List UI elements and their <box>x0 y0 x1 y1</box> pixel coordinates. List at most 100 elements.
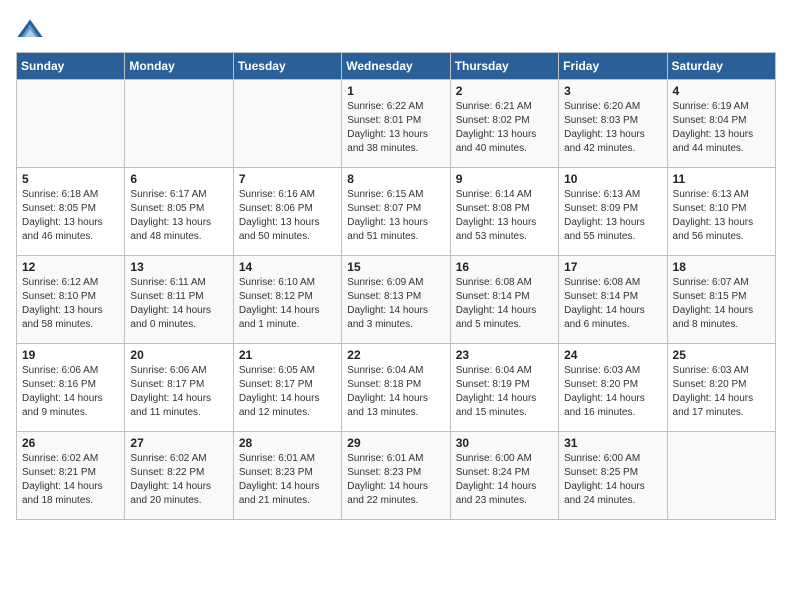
day-info: Sunrise: 6:18 AM Sunset: 8:05 PM Dayligh… <box>22 188 119 244</box>
calendar-cell <box>17 80 125 168</box>
day-number: 13 <box>130 260 227 274</box>
day-info: Sunrise: 6:08 AM Sunset: 8:14 PM Dayligh… <box>456 276 553 332</box>
calendar-cell: 16 Sunrise: 6:08 AM Sunset: 8:14 PM Dayli… <box>450 256 558 344</box>
calendar-cell: 21 Sunrise: 6:05 AM Sunset: 8:17 PM Dayli… <box>233 344 341 432</box>
day-number: 31 <box>564 436 661 450</box>
day-header-thursday: Thursday <box>450 53 558 80</box>
day-number: 24 <box>564 348 661 362</box>
calendar-week-2: 5 Sunrise: 6:18 AM Sunset: 8:05 PM Daylig… <box>17 168 776 256</box>
calendar-cell: 24 Sunrise: 6:03 AM Sunset: 8:20 PM Dayli… <box>559 344 667 432</box>
day-number: 15 <box>347 260 444 274</box>
day-info: Sunrise: 6:16 AM Sunset: 8:06 PM Dayligh… <box>239 188 336 244</box>
logo-icon <box>16 16 44 44</box>
calendar-cell: 4 Sunrise: 6:19 AM Sunset: 8:04 PM Daylig… <box>667 80 775 168</box>
day-info: Sunrise: 6:21 AM Sunset: 8:02 PM Dayligh… <box>456 100 553 156</box>
day-number: 27 <box>130 436 227 450</box>
calendar-cell: 12 Sunrise: 6:12 AM Sunset: 8:10 PM Dayli… <box>17 256 125 344</box>
day-number: 18 <box>673 260 770 274</box>
calendar-cell: 30 Sunrise: 6:00 AM Sunset: 8:24 PM Dayli… <box>450 432 558 520</box>
calendar-cell: 29Sunrise: 6:01 AM Sunset: 8:23 PM Dayli… <box>342 432 450 520</box>
calendar-header-row: SundayMondayTuesdayWednesdayThursdayFrid… <box>17 53 776 80</box>
day-info: Sunrise: 6:04 AM Sunset: 8:18 PM Dayligh… <box>347 364 444 420</box>
day-info: Sunrise: 6:07 AM Sunset: 8:15 PM Dayligh… <box>673 276 770 332</box>
calendar-cell: 23 Sunrise: 6:04 AM Sunset: 8:19 PM Dayli… <box>450 344 558 432</box>
day-number: 30 <box>456 436 553 450</box>
day-number: 21 <box>239 348 336 362</box>
day-info: Sunrise: 6:12 AM Sunset: 8:10 PM Dayligh… <box>22 276 119 332</box>
day-number: 3 <box>564 84 661 98</box>
day-info: Sunrise: 6:08 AM Sunset: 8:14 PM Dayligh… <box>564 276 661 332</box>
day-header-monday: Monday <box>125 53 233 80</box>
calendar-cell: 15 Sunrise: 6:09 AM Sunset: 8:13 PM Dayli… <box>342 256 450 344</box>
day-info: Sunrise: 6:02 AM Sunset: 8:21 PM Dayligh… <box>22 452 119 508</box>
day-number: 10 <box>564 172 661 186</box>
day-number: 5 <box>22 172 119 186</box>
day-info: Sunrise: 6:06 AM Sunset: 8:16 PM Dayligh… <box>22 364 119 420</box>
day-number: 25 <box>673 348 770 362</box>
day-info: Sunrise: 6:02 AM Sunset: 8:22 PM Dayligh… <box>130 452 227 508</box>
day-number: 12 <box>22 260 119 274</box>
calendar-cell: 7 Sunrise: 6:16 AM Sunset: 8:06 PM Daylig… <box>233 168 341 256</box>
day-info: Sunrise: 6:05 AM Sunset: 8:17 PM Dayligh… <box>239 364 336 420</box>
day-number: 14 <box>239 260 336 274</box>
day-info: Sunrise: 6:10 AM Sunset: 8:12 PM Dayligh… <box>239 276 336 332</box>
calendar-cell: 18 Sunrise: 6:07 AM Sunset: 8:15 PM Dayli… <box>667 256 775 344</box>
calendar-cell: 26 Sunrise: 6:02 AM Sunset: 8:21 PM Dayli… <box>17 432 125 520</box>
day-info: Sunrise: 6:11 AM Sunset: 8:11 PM Dayligh… <box>130 276 227 332</box>
day-info: Sunrise: 6:06 AM Sunset: 8:17 PM Dayligh… <box>130 364 227 420</box>
day-number: 1 <box>347 84 444 98</box>
day-number: 20 <box>130 348 227 362</box>
day-number: 23 <box>456 348 553 362</box>
day-info: Sunrise: 6:13 AM Sunset: 8:10 PM Dayligh… <box>673 188 770 244</box>
calendar-cell: 2Sunrise: 6:21 AM Sunset: 8:02 PM Daylig… <box>450 80 558 168</box>
day-info: Sunrise: 6:03 AM Sunset: 8:20 PM Dayligh… <box>673 364 770 420</box>
day-number: 16 <box>456 260 553 274</box>
day-info: Sunrise: 6:19 AM Sunset: 8:04 PM Dayligh… <box>673 100 770 156</box>
day-number: 17 <box>564 260 661 274</box>
day-info: Sunrise: 6:14 AM Sunset: 8:08 PM Dayligh… <box>456 188 553 244</box>
day-number: 22 <box>347 348 444 362</box>
calendar-week-5: 26 Sunrise: 6:02 AM Sunset: 8:21 PM Dayli… <box>17 432 776 520</box>
day-header-wednesday: Wednesday <box>342 53 450 80</box>
day-info: Sunrise: 6:09 AM Sunset: 8:13 PM Dayligh… <box>347 276 444 332</box>
calendar-cell: 31 Sunrise: 6:00 AM Sunset: 8:25 PM Dayli… <box>559 432 667 520</box>
day-number: 26 <box>22 436 119 450</box>
calendar-cell: 6Sunrise: 6:17 AM Sunset: 8:05 PM Daylig… <box>125 168 233 256</box>
day-header-saturday: Saturday <box>667 53 775 80</box>
calendar-cell <box>125 80 233 168</box>
day-number: 7 <box>239 172 336 186</box>
calendar-cell: 10Sunrise: 6:13 AM Sunset: 8:09 PM Dayli… <box>559 168 667 256</box>
day-number: 19 <box>22 348 119 362</box>
calendar-cell <box>233 80 341 168</box>
day-info: Sunrise: 6:00 AM Sunset: 8:24 PM Dayligh… <box>456 452 553 508</box>
calendar-cell: 19 Sunrise: 6:06 AM Sunset: 8:16 PM Dayli… <box>17 344 125 432</box>
calendar-week-1: 1Sunrise: 6:22 AM Sunset: 8:01 PM Daylig… <box>17 80 776 168</box>
calendar-cell: 25 Sunrise: 6:03 AM Sunset: 8:20 PM Dayli… <box>667 344 775 432</box>
calendar-week-3: 12 Sunrise: 6:12 AM Sunset: 8:10 PM Dayli… <box>17 256 776 344</box>
day-info: Sunrise: 6:20 AM Sunset: 8:03 PM Dayligh… <box>564 100 661 156</box>
calendar-week-4: 19 Sunrise: 6:06 AM Sunset: 8:16 PM Dayli… <box>17 344 776 432</box>
day-header-friday: Friday <box>559 53 667 80</box>
page-header <box>16 16 776 44</box>
day-number: 9 <box>456 172 553 186</box>
calendar-cell: 13 Sunrise: 6:11 AM Sunset: 8:11 PM Dayli… <box>125 256 233 344</box>
calendar-cell: 28 Sunrise: 6:01 AM Sunset: 8:23 PM Dayli… <box>233 432 341 520</box>
day-info: Sunrise: 6:00 AM Sunset: 8:25 PM Dayligh… <box>564 452 661 508</box>
calendar-cell: 8Sunrise: 6:15 AM Sunset: 8:07 PM Daylig… <box>342 168 450 256</box>
day-info: Sunrise: 6:01 AM Sunset: 8:23 PM Dayligh… <box>239 452 336 508</box>
day-info: Sunrise: 6:04 AM Sunset: 8:19 PM Dayligh… <box>456 364 553 420</box>
day-info: Sunrise: 6:01 AM Sunset: 8:23 PM Dayligh… <box>347 452 444 508</box>
calendar-table: SundayMondayTuesdayWednesdayThursdayFrid… <box>16 52 776 520</box>
day-number: 11 <box>673 172 770 186</box>
day-number: 8 <box>347 172 444 186</box>
calendar-cell: 20 Sunrise: 6:06 AM Sunset: 8:17 PM Dayli… <box>125 344 233 432</box>
calendar-cell <box>667 432 775 520</box>
day-info: Sunrise: 6:03 AM Sunset: 8:20 PM Dayligh… <box>564 364 661 420</box>
day-number: 28 <box>239 436 336 450</box>
day-info: Sunrise: 6:17 AM Sunset: 8:05 PM Dayligh… <box>130 188 227 244</box>
calendar-cell: 9 Sunrise: 6:14 AM Sunset: 8:08 PM Daylig… <box>450 168 558 256</box>
day-header-tuesday: Tuesday <box>233 53 341 80</box>
calendar-cell: 14 Sunrise: 6:10 AM Sunset: 8:12 PM Dayli… <box>233 256 341 344</box>
calendar-cell: 22 Sunrise: 6:04 AM Sunset: 8:18 PM Dayli… <box>342 344 450 432</box>
day-number: 4 <box>673 84 770 98</box>
